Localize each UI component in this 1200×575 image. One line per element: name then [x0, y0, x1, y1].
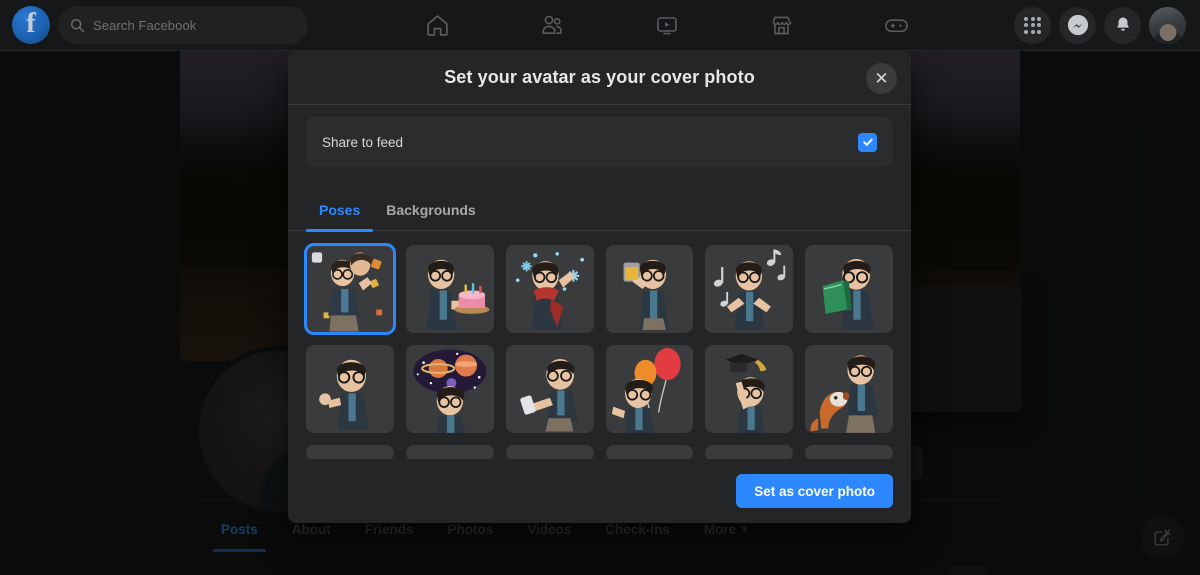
pose-balloons[interactable]: [605, 345, 694, 433]
marketplace-icon[interactable]: [754, 3, 810, 47]
dialog-tabs: Poses Backgrounds: [288, 189, 911, 232]
topbar-left-group: f Search Facebook: [0, 6, 320, 44]
pose-row3-1[interactable]: [306, 445, 394, 459]
share-to-feed-section: Share to feed: [288, 105, 911, 167]
video-icon[interactable]: [639, 3, 695, 47]
dialog-title: Set your avatar as your cover photo: [444, 67, 755, 87]
dialog-header: Set your avatar as your cover photo ✕: [288, 51, 911, 105]
account-avatar[interactable]: [1149, 6, 1186, 44]
pose-cheers-drink[interactable]: [605, 245, 694, 333]
pose-celebrate-confetti[interactable]: [304, 243, 396, 335]
messenger-glyph: [1067, 14, 1088, 36]
pose-with-dog[interactable]: [805, 345, 893, 433]
pose-holding-phone[interactable]: [505, 345, 594, 433]
friends-icon[interactable]: [524, 3, 580, 47]
top-navigation-bar: f Search Facebook: [0, 0, 1200, 51]
tab-label: Backgrounds: [386, 201, 476, 218]
pose-grid: [304, 243, 893, 459]
pose-row3-3[interactable]: [505, 445, 594, 459]
pose-space-planets[interactable]: [405, 345, 494, 433]
share-to-feed-label: Share to feed: [322, 134, 404, 150]
home-icon[interactable]: [409, 3, 465, 47]
search-placeholder-text: Search Facebook: [93, 17, 197, 33]
tab-poses[interactable]: Poses: [306, 189, 374, 232]
tab-backgrounds[interactable]: Backgrounds: [373, 189, 488, 231]
check-icon: [862, 138, 873, 146]
share-to-feed-checkbox[interactable]: [858, 132, 877, 152]
gaming-icon[interactable]: [869, 3, 925, 47]
pose-row3-2[interactable]: [405, 445, 494, 459]
search-input[interactable]: Search Facebook: [58, 6, 308, 44]
pose-row3-4[interactable]: [605, 445, 694, 459]
tab-label: Poses: [319, 201, 361, 218]
pose-graduation-cap[interactable]: [705, 345, 794, 433]
messenger-icon[interactable]: [1059, 6, 1096, 44]
close-icon[interactable]: ✕: [866, 63, 897, 94]
set-avatar-cover-photo-dialog: Set your avatar as your cover photo ✕ Sh…: [288, 51, 911, 523]
pose-birthday-cake[interactable]: [405, 245, 494, 333]
search-icon: [70, 18, 85, 32]
topbar-nav-group: [320, 0, 1014, 50]
menu-grid-icon[interactable]: [1014, 6, 1051, 44]
facebook-profile-page: f Search Facebook Set your avatar as you…: [0, 0, 1200, 575]
pose-row3-6[interactable]: [805, 445, 893, 459]
share-to-feed-row[interactable]: Share to feed: [306, 117, 893, 167]
notifications-bell-icon[interactable]: [1104, 6, 1141, 44]
pose-grid-scroll-area[interactable]: [288, 231, 911, 459]
pose-music-notes[interactable]: [705, 245, 794, 333]
facebook-logo[interactable]: f: [12, 6, 50, 44]
dialog-footer: Set as cover photo: [288, 459, 911, 523]
pose-reading-book[interactable]: [805, 245, 893, 333]
pose-row3-5[interactable]: [705, 445, 794, 459]
pose-waving[interactable]: [306, 345, 394, 433]
pose-snowflakes[interactable]: [505, 245, 594, 333]
set-as-cover-photo-button[interactable]: Set as cover photo: [736, 474, 893, 508]
topbar-right-group: [1014, 6, 1200, 44]
